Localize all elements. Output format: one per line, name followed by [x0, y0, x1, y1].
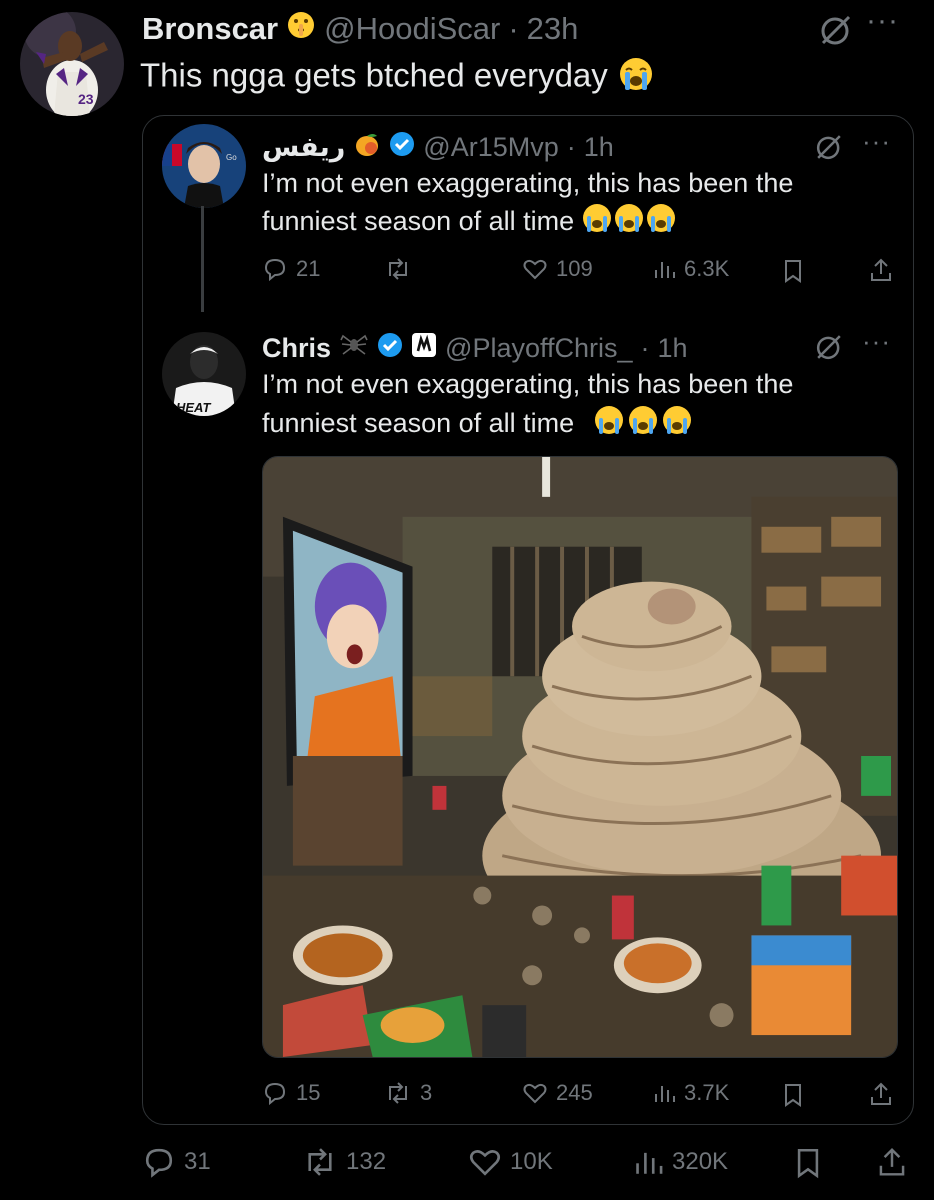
- main-tweet-text: This ngga gets btched everyday: [140, 56, 655, 100]
- reply-button[interactable]: 21: [262, 256, 320, 282]
- main-author-handle[interactable]: @HoodiScar: [324, 11, 500, 47]
- more-options-icon[interactable]: ···: [862, 328, 891, 354]
- repost-button[interactable]: 3: [384, 1080, 432, 1106]
- main-tweet-body: This ngga gets btched everyday: [140, 56, 608, 94]
- share-button[interactable]: [868, 256, 894, 284]
- reply-count: 21: [296, 256, 321, 281]
- grok-icon[interactable]: [814, 132, 844, 167]
- quoted-tweet-1-body: I’m not even exaggerating, this has been…: [262, 168, 794, 237]
- like-count: 109: [556, 256, 593, 281]
- more-options-icon[interactable]: ···: [866, 6, 899, 36]
- reply-icon: [264, 258, 286, 282]
- heart-icon: [469, 1150, 501, 1176]
- verified-badge-icon: [389, 131, 415, 164]
- quoted-tweet-1-header: ريفس @Ar15Mvp · 1h: [262, 130, 614, 165]
- more-options-icon[interactable]: ···: [862, 128, 891, 154]
- repost-button[interactable]: [384, 256, 420, 282]
- views-count: 3.7K: [684, 1080, 730, 1105]
- main-share-button[interactable]: [876, 1144, 908, 1180]
- share-icon: [871, 1082, 891, 1105]
- views-button[interactable]: 6.3K: [652, 256, 729, 282]
- loudly-crying-face-emoji: [582, 202, 676, 244]
- repost-icon: [308, 1148, 332, 1176]
- quoted-1-timestamp[interactable]: 1h: [584, 132, 614, 163]
- reply-count: 15: [296, 1080, 321, 1105]
- quoted-author-2-avatar[interactable]: HEAT: [162, 332, 246, 416]
- views-icon: [655, 262, 675, 278]
- main-timestamp[interactable]: 23h: [527, 11, 579, 47]
- like-button[interactable]: 109: [522, 256, 593, 282]
- main-like-button[interactable]: 10K: [468, 1145, 553, 1179]
- spider-emoji: [339, 330, 369, 367]
- bookmark-button[interactable]: [782, 258, 804, 284]
- grok-icon[interactable]: [814, 332, 844, 367]
- main-reply-button[interactable]: 31: [142, 1145, 211, 1179]
- views-icon: [655, 1086, 675, 1102]
- reply-icon: [145, 1148, 173, 1178]
- main-bookmark-button[interactable]: [794, 1146, 822, 1180]
- views-icon: [636, 1152, 663, 1174]
- views-count: 6.3K: [684, 256, 730, 281]
- quoted-tweet-2-text: I’m not even exaggerating, this has been…: [262, 365, 882, 447]
- quoted-tweet-2-body: I’m not even exaggerating, this has been…: [262, 369, 794, 439]
- main-like-count: 10K: [510, 1148, 553, 1175]
- main-separator: ·: [508, 11, 519, 46]
- loudly-crying-face-emoji: [617, 56, 655, 100]
- repost-count: 3: [420, 1080, 433, 1105]
- quoted-author-2-handle[interactable]: @PlayoffChris_: [445, 333, 632, 364]
- like-button[interactable]: 245: [522, 1080, 593, 1106]
- reply-icon: [264, 1082, 286, 1106]
- quoted-tweet-2-header: Chris @PlayoffChris_ · 1h: [262, 330, 688, 367]
- heart-icon: [523, 259, 547, 280]
- main-views-button[interactable]: 320K: [632, 1145, 728, 1179]
- grok-icon[interactable]: [818, 12, 854, 53]
- verified-badge-icon: [377, 332, 403, 365]
- repost-icon: [389, 1082, 407, 1104]
- tweet-media-image[interactable]: [262, 456, 898, 1058]
- main-repost-count: 132: [346, 1148, 387, 1175]
- bookmark-icon: [797, 1149, 819, 1179]
- share-icon: [879, 1147, 905, 1176]
- svg-text:23: 23: [78, 91, 94, 107]
- quoted-author-1-handle[interactable]: @Ar15Mvp: [423, 132, 558, 163]
- bookmark-icon: [785, 260, 801, 283]
- share-icon: [871, 258, 891, 281]
- quoted-1-separator: ·: [566, 132, 576, 162]
- mango-emoji: [353, 130, 381, 165]
- shushing-face-emoji: [286, 10, 316, 48]
- bookmark-icon: [785, 1084, 801, 1107]
- quoted-2-timestamp[interactable]: 1h: [658, 333, 688, 364]
- main-repost-button[interactable]: 132: [302, 1145, 386, 1179]
- main-reply-count: 31: [184, 1148, 211, 1175]
- like-count: 245: [556, 1080, 593, 1105]
- thread-connector-line: [201, 206, 204, 312]
- main-author-avatar[interactable]: 23: [20, 12, 124, 116]
- repost-icon: [389, 258, 407, 280]
- reply-button[interactable]: 15: [262, 1080, 320, 1106]
- svg-text:Go: Go: [226, 153, 237, 162]
- quoted-2-separator: ·: [640, 333, 650, 363]
- main-author-name[interactable]: Bronscar: [142, 11, 278, 47]
- share-button[interactable]: [868, 1080, 894, 1108]
- quoted-author-2-name[interactable]: Chris: [262, 333, 331, 364]
- quoted-tweet-1-text: I’m not even exaggerating, this has been…: [262, 164, 882, 244]
- main-views-count: 320K: [672, 1148, 729, 1175]
- affiliate-badge-icon: [411, 332, 437, 365]
- main-tweet-header: Bronscar @HoodiScar · 23h: [142, 10, 578, 48]
- quoted-author-1-avatar[interactable]: Go: [162, 124, 246, 208]
- quoted-author-1-name[interactable]: ريفس: [262, 132, 345, 163]
- loudly-crying-face-emoji: [582, 403, 700, 447]
- views-button[interactable]: 3.7K: [652, 1080, 729, 1106]
- heart-icon: [523, 1083, 547, 1104]
- bookmark-button[interactable]: [782, 1082, 804, 1108]
